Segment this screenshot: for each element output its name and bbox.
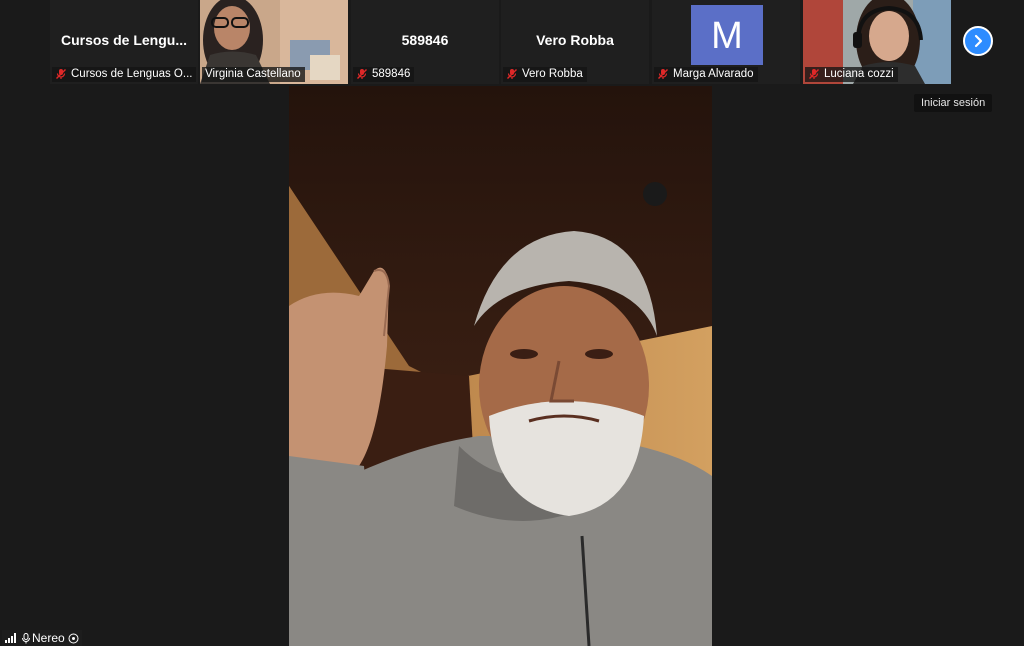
- participant-tile-cursos[interactable]: Cursos de Lengu... Cursos de Lenguas O..…: [50, 0, 198, 84]
- mic-icon: [22, 632, 30, 643]
- mic-muted-icon: [56, 69, 66, 79]
- participant-caption-text: Vero Robba: [522, 68, 583, 80]
- participant-strip: Cursos de Lengu... Cursos de Lenguas O..…: [0, 0, 1024, 84]
- mic-muted-icon: [357, 69, 367, 79]
- sign-in-tooltip: Iniciar sesión: [914, 94, 993, 112]
- meeting-window: Cursos de Lengu... Cursos de Lenguas O..…: [0, 0, 1024, 646]
- speaker-video-frame: [289, 86, 712, 646]
- participant-tile-vero-robba[interactable]: Vero Robba Vero Robba: [501, 0, 649, 84]
- participant-caption: Vero Robba: [503, 67, 587, 82]
- mic-muted-icon: [809, 69, 819, 79]
- speaker-name: Nereo: [32, 631, 65, 645]
- avatar: M: [691, 5, 763, 65]
- participant-caption-text: Cursos de Lenguas O...: [71, 68, 193, 80]
- next-page-button[interactable]: [963, 26, 993, 56]
- active-speaker-video: [289, 86, 712, 646]
- mic-muted-icon: [507, 69, 517, 79]
- participant-tile-luciana-cozzi[interactable]: Luciana cozzi: [803, 0, 951, 84]
- hand-icon: [68, 633, 79, 643]
- mic-muted-icon: [658, 69, 668, 79]
- signal-strength-icon: [5, 633, 16, 643]
- participant-caption-text: Luciana cozzi: [824, 68, 894, 80]
- participant-caption: Cursos de Lenguas O...: [52, 67, 197, 82]
- chevron-right-icon: [974, 34, 983, 48]
- participant-name-title: 589846: [401, 32, 449, 48]
- participant-caption-text: Marga Alvarado: [673, 68, 754, 80]
- participant-name-title: Vero Robba: [536, 32, 614, 48]
- speaker-status: Nereo: [2, 630, 82, 646]
- participant-name-title: Cursos de Lengu...: [60, 32, 187, 48]
- participant-tile-589846[interactable]: 589846 589846: [351, 0, 499, 84]
- participant-caption-text: Virginia Castellano: [205, 68, 301, 80]
- participant-caption: Luciana cozzi: [805, 67, 898, 82]
- participant-caption-text: 589846: [372, 68, 411, 80]
- participant-tile-marga-alvarado[interactable]: M Marga Alvarado: [652, 0, 800, 84]
- participant-caption: Marga Alvarado: [654, 67, 758, 82]
- participant-caption: 589846: [353, 67, 415, 82]
- participant-tile-virginia[interactable]: Virginia Castellano: [200, 0, 348, 84]
- participant-caption: Virginia Castellano: [202, 67, 305, 82]
